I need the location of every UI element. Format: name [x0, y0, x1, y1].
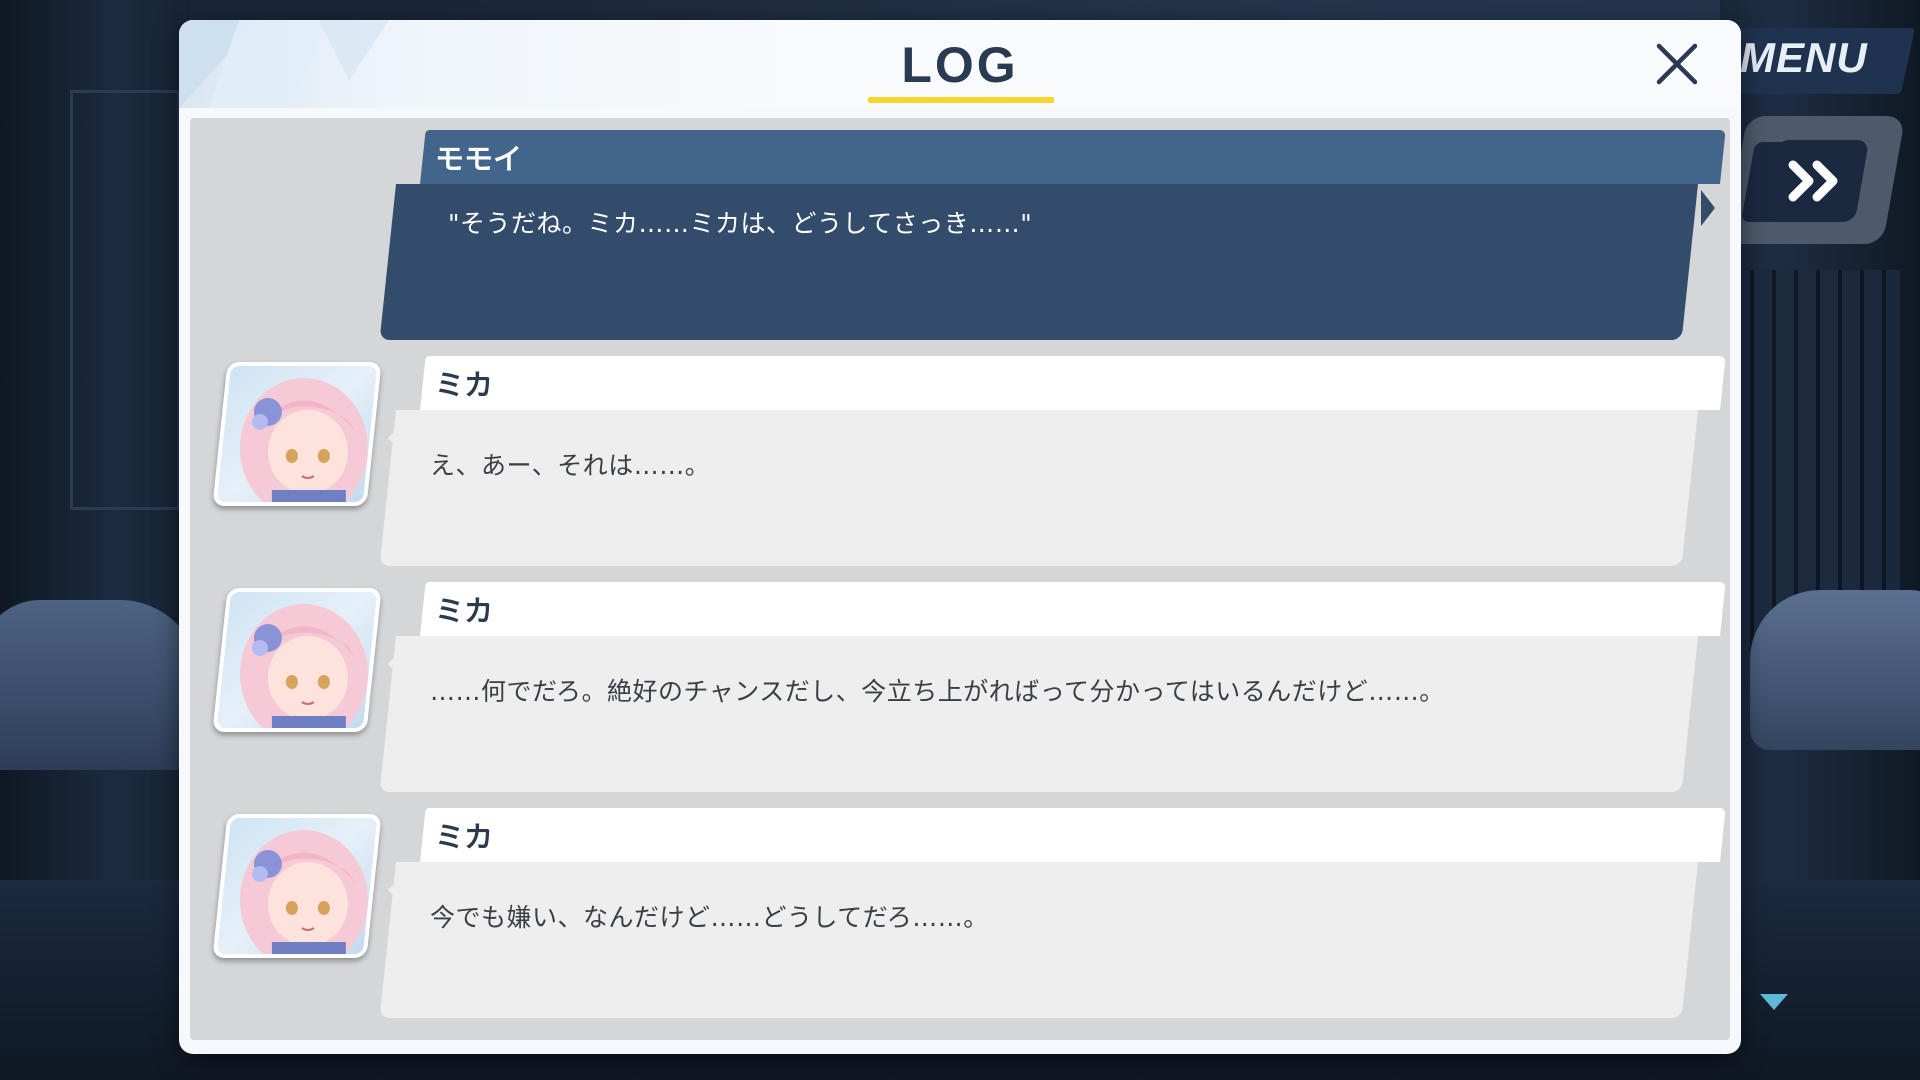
speaker-name-bar [420, 582, 1726, 636]
mika-portrait-icon [239, 378, 368, 506]
skip-button[interactable] [1762, 140, 1870, 222]
log-entry: ミカ 今でも嫌い、なんだけど……どうしてだろ……。 [190, 808, 1730, 1020]
log-title: LOG [901, 37, 1019, 93]
menu-button-label[interactable]: MENU [1740, 34, 1868, 82]
speaker-name-bar [420, 808, 1726, 862]
dialogue-text: ……何でだろ。絶好のチャンスだし、今立ち上がればって分かってはいるんだけど……。 [430, 677, 1445, 706]
log-entry: ミカ え、あー、それは……。 [190, 356, 1730, 568]
dialogue-text: え、あー、それは……。 [430, 451, 711, 480]
character-portrait [212, 588, 382, 732]
log-scroll-area[interactable]: モモイ "そうだね。ミカ……ミカは、どうしてさっき……" ミカ え、あー、それは… [190, 118, 1730, 1040]
scroll-down-arrow-icon[interactable] [1760, 994, 1788, 1010]
title-underline [868, 97, 1054, 103]
right-sofa [1750, 590, 1920, 750]
log-panel: LOG モモイ "そうだね。ミカ……ミカは、どうしてさっき……" ミカ え、あー… [179, 20, 1741, 1054]
log-entry-current: モモイ "そうだね。ミカ……ミカは、どうしてさっき……" [190, 130, 1730, 342]
speaker-name-bar [420, 356, 1726, 410]
mika-portrait-icon [239, 604, 368, 732]
character-portrait [212, 814, 382, 958]
fast-forward-icon [1788, 160, 1838, 202]
speaker-name: ミカ [435, 368, 494, 402]
character-portrait [212, 362, 382, 506]
dialogue-box [379, 410, 1698, 566]
dialogue-box [379, 636, 1698, 792]
speaker-name-bar [420, 130, 1726, 184]
mika-portrait-icon [239, 830, 368, 958]
speaker-name: ミカ [435, 594, 494, 628]
wall-panel-frame [70, 90, 180, 510]
dialogue-text: 今でも嫌い、なんだけど……どうしてだろ……。 [430, 903, 989, 932]
log-entry: ミカ ……何でだろ。絶好のチャンスだし、今立ち上がればって分かってはいるんだけど… [190, 582, 1730, 794]
close-icon[interactable] [1649, 36, 1705, 92]
left-sofa [0, 600, 200, 770]
speaker-name: モモイ [435, 142, 523, 176]
dialogue-text: "そうだね。ミカ……ミカは、どうしてさっき……" [448, 209, 1033, 238]
dialogue-box [379, 862, 1698, 1018]
log-header: LOG [179, 20, 1741, 108]
speaker-name: ミカ [435, 820, 494, 854]
current-indicator [1701, 190, 1715, 226]
